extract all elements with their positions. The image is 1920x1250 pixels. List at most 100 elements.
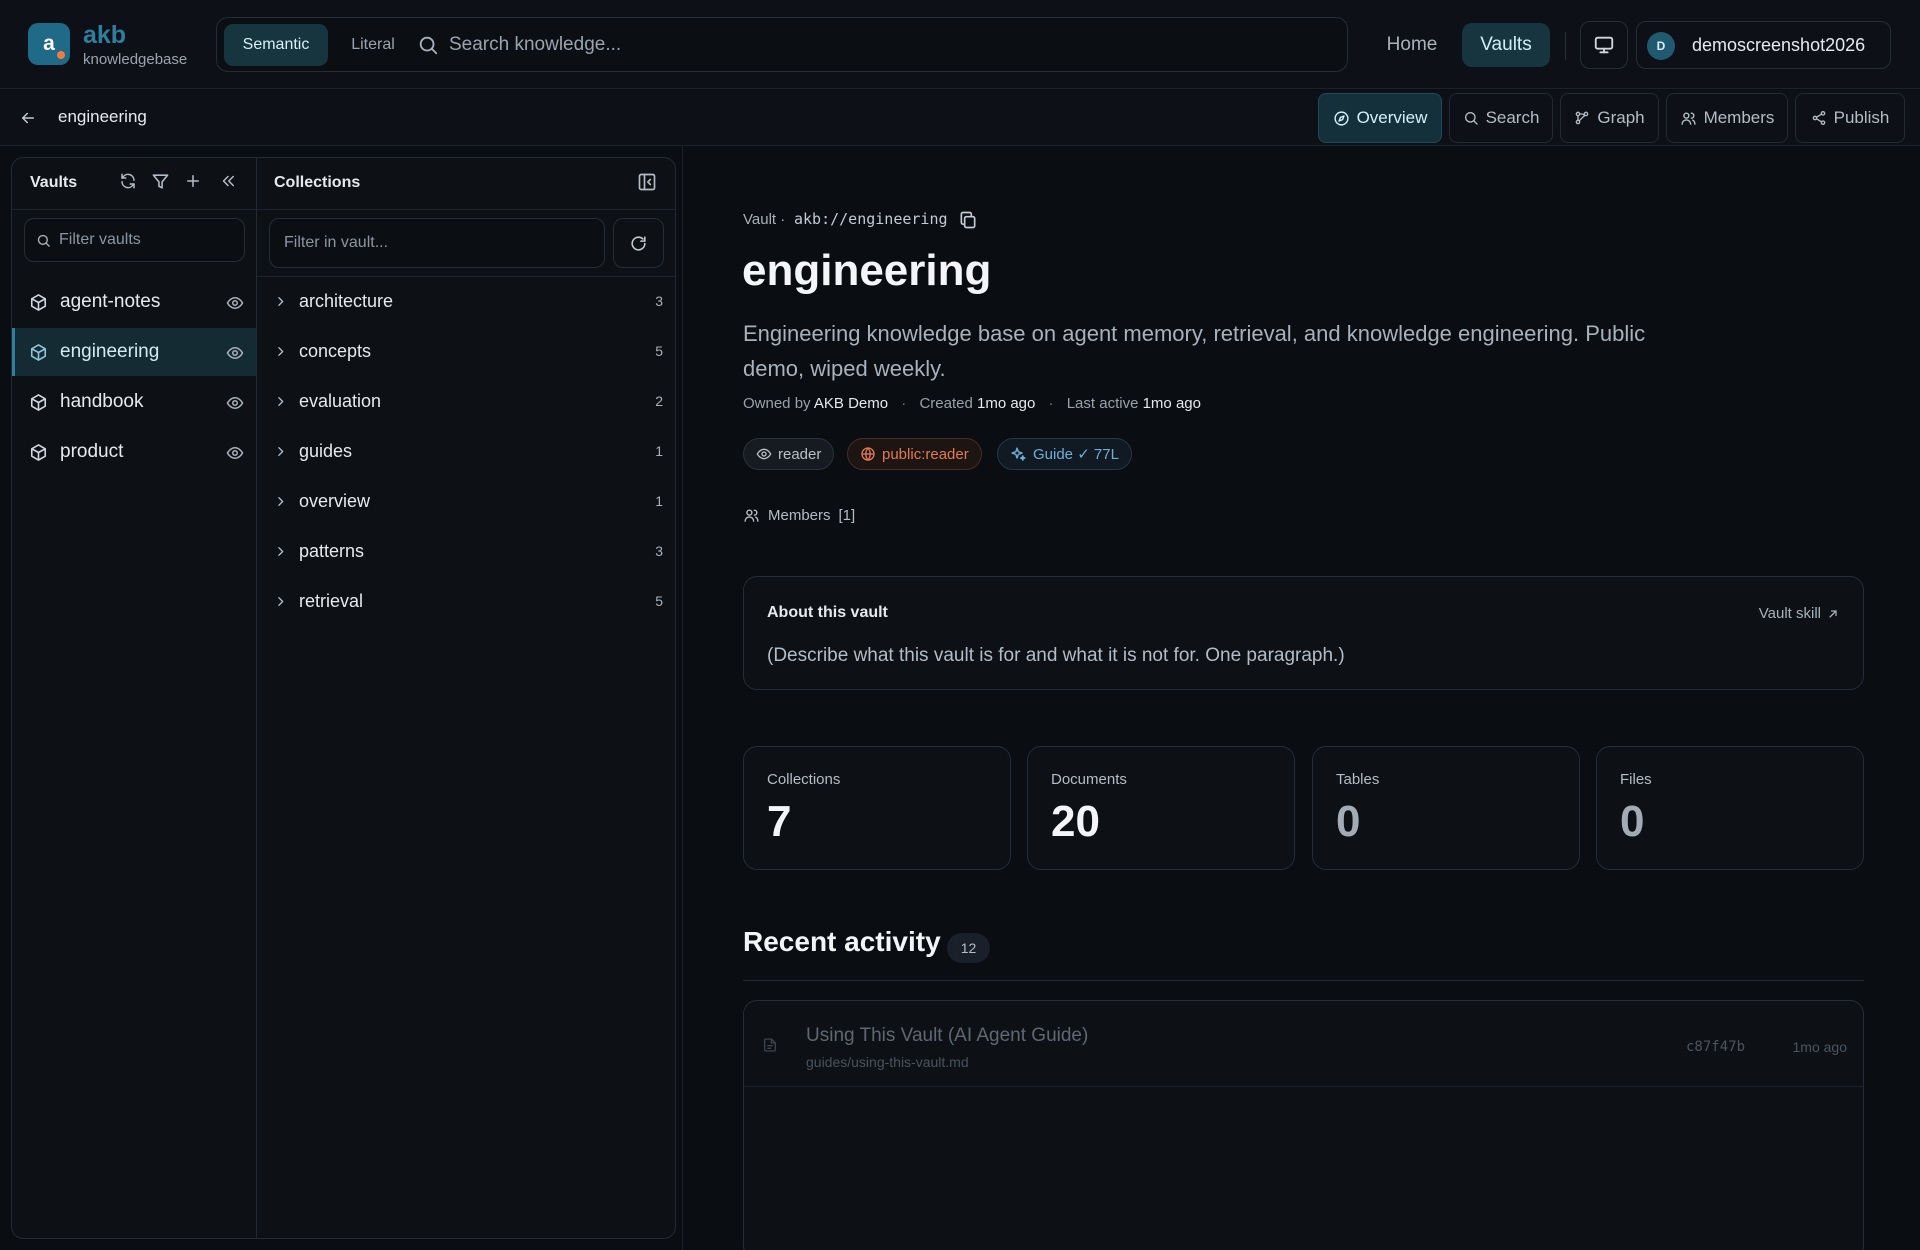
collection-label: overview xyxy=(299,491,371,511)
stat-label: Files xyxy=(1620,771,1652,788)
collection-item-retrieval[interactable]: retrieval 5 xyxy=(257,580,675,624)
collection-item-guides[interactable]: guides 1 xyxy=(257,430,675,474)
collection-item-concepts[interactable]: concepts 5 xyxy=(257,330,675,374)
nav-vaults[interactable]: Vaults xyxy=(1462,23,1550,67)
tab-label: Overview xyxy=(1356,108,1428,127)
activity-title: Using This Vault (AI Agent Guide) xyxy=(806,1025,1089,1046)
vault-filter xyxy=(24,218,245,262)
collection-label: concepts xyxy=(299,341,372,361)
collection-count: 5 xyxy=(655,593,663,609)
recent-activity-count: 12 xyxy=(947,933,990,963)
vault-item-label: handbook xyxy=(60,391,144,412)
collection-label: evaluation xyxy=(299,391,382,411)
collection-filter-input[interactable] xyxy=(284,228,594,258)
stat-card-files[interactable]: Files 0 xyxy=(1596,746,1864,870)
logo[interactable]: a xyxy=(28,23,70,65)
about-card: About this vault Vault skill (Describe w… xyxy=(743,576,1864,690)
plus-icon[interactable] xyxy=(184,172,202,190)
vault-skill-link[interactable]: Vault skill xyxy=(1759,605,1839,622)
stat-card-collections[interactable]: Collections 7 xyxy=(743,746,1011,870)
collection-item-architecture[interactable]: architecture 3 xyxy=(257,280,675,324)
refresh-collections-button[interactable] xyxy=(613,218,664,268)
refresh-icon xyxy=(629,234,648,253)
back-arrow-icon[interactable] xyxy=(19,109,37,127)
vault-label: Vault · xyxy=(743,211,786,228)
collection-item-patterns[interactable]: patterns 3 xyxy=(257,530,675,574)
collapse-left-icon[interactable] xyxy=(219,172,237,190)
logo-dot xyxy=(57,51,65,59)
tab-label: Search xyxy=(1485,108,1540,127)
activity-path: guides/using-this-vault.md xyxy=(806,1054,969,1070)
global-search: Semantic Literal xyxy=(216,17,1348,72)
collection-item-overview[interactable]: overview 1 xyxy=(257,480,675,524)
nav-home[interactable]: Home xyxy=(1372,23,1452,67)
collection-count: 1 xyxy=(655,443,663,459)
members-label: Members xyxy=(768,507,831,524)
brand-subtitle: knowledgebase xyxy=(83,51,188,68)
logo-letter: a xyxy=(43,32,55,55)
vault-meta: Owned by AKB Demo · Created 1mo ago · La… xyxy=(743,395,1201,412)
created-label: Created xyxy=(919,395,973,412)
chevron-right-icon xyxy=(274,495,287,508)
copy-icon[interactable] xyxy=(958,210,978,230)
stat-value: 7 xyxy=(767,797,792,846)
stat-card-documents[interactable]: Documents 20 xyxy=(1027,746,1295,870)
search-icon xyxy=(1463,110,1479,126)
collection-filter xyxy=(269,218,605,268)
created-value: 1mo ago xyxy=(976,395,1036,412)
refresh-icon[interactable] xyxy=(119,172,137,190)
chevron-right-icon xyxy=(274,445,287,458)
vault-item-engineering[interactable]: engineering xyxy=(12,328,256,376)
tab-publish[interactable]: Publish xyxy=(1795,93,1905,143)
page-title: engineering xyxy=(742,246,992,295)
search-input[interactable] xyxy=(449,26,1329,64)
tab-graph[interactable]: Graph xyxy=(1560,93,1659,143)
members-link[interactable]: Members [1] xyxy=(743,507,855,524)
graph-icon xyxy=(1574,110,1590,126)
collection-count: 1 xyxy=(655,493,663,509)
share-icon xyxy=(1811,110,1827,126)
top-bar: a akb knowledgebase Semantic Literal Hom… xyxy=(0,0,1920,89)
brand-name[interactable]: akb xyxy=(83,21,126,50)
tab-overview[interactable]: Overview xyxy=(1318,93,1442,143)
nav-divider xyxy=(1565,32,1566,60)
about-text: (Describe what this vault is for and wha… xyxy=(767,645,1345,666)
vault-subheader: engineering Overview Search Graph Member… xyxy=(0,90,1920,146)
filter-icon[interactable] xyxy=(151,172,170,191)
owned-by-label: Owned by xyxy=(743,395,811,412)
tab-label: Graph xyxy=(1597,108,1645,127)
vault-item-product[interactable]: product xyxy=(12,428,256,476)
stat-value: 0 xyxy=(1620,797,1645,846)
mode-literal-button[interactable]: Literal xyxy=(336,24,410,66)
collection-label: architecture xyxy=(299,291,394,311)
cube-icon xyxy=(29,293,48,312)
vault-item-agent-notes[interactable]: agent-notes xyxy=(12,278,256,326)
user-menu-button[interactable]: D demoscreenshot2026 xyxy=(1636,21,1891,69)
vault-filter-input[interactable] xyxy=(59,225,239,255)
collections-panel-title: Collections xyxy=(274,174,361,191)
mode-semantic-button[interactable]: Semantic xyxy=(224,24,328,66)
activity-item[interactable]: Using This Vault (AI Agent Guide) guides… xyxy=(744,1001,1863,1087)
collection-count: 5 xyxy=(655,343,663,359)
stat-card-tables[interactable]: Tables 0 xyxy=(1312,746,1580,870)
collection-label: guides xyxy=(299,441,353,461)
guide-badge[interactable]: Guide ✓ 77L xyxy=(997,438,1132,470)
cube-icon xyxy=(29,343,48,362)
divider xyxy=(257,276,675,277)
tab-members[interactable]: Members xyxy=(1666,93,1788,143)
panel-collapse-icon[interactable] xyxy=(637,172,657,192)
chevron-right-icon xyxy=(274,595,287,608)
stat-label: Documents xyxy=(1051,771,1127,788)
vault-item-handbook[interactable]: handbook xyxy=(12,378,256,426)
stat-label: Collections xyxy=(767,771,841,788)
collection-item-evaluation[interactable]: evaluation 2 xyxy=(257,380,675,424)
collection-count: 3 xyxy=(655,293,663,309)
tab-search[interactable]: Search xyxy=(1449,93,1553,143)
vaults-panel-title: Vaults xyxy=(30,174,78,191)
display-toggle-button[interactable] xyxy=(1580,21,1628,69)
vault-item-label: agent-notes xyxy=(60,291,161,312)
divider xyxy=(257,209,675,210)
eye-icon xyxy=(756,446,772,462)
monitor-icon xyxy=(1593,34,1615,56)
guide-badge-label: Guide ✓ 77L xyxy=(1033,446,1119,463)
